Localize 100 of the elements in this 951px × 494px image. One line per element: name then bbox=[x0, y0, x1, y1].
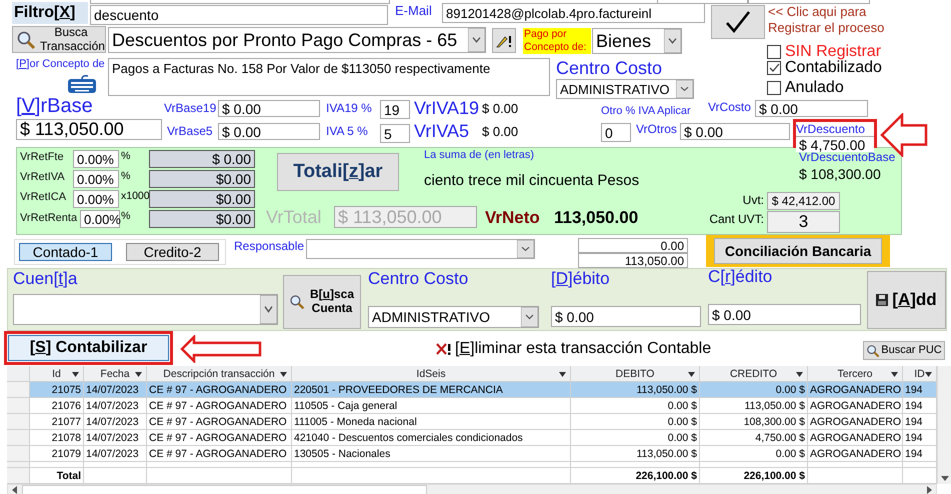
table-cell: 14/07/2023 bbox=[84, 382, 147, 398]
column-header[interactable]: CREDITO bbox=[700, 366, 808, 382]
table-row[interactable]: 21079 14/07/2023 CE # 97 - AGROGANADERO 130505 - Nacionales 113,050.00 $ 0.00 $ AGROGANADERO 194 bbox=[7, 446, 937, 462]
unit-label: % bbox=[121, 170, 132, 182]
table-cell: AGROGANADERO bbox=[808, 446, 903, 462]
column-header[interactable]: Fecha bbox=[84, 366, 147, 382]
retention-label: VrRetICA bbox=[20, 191, 68, 203]
discount-base-label: VrDescuentoBase bbox=[799, 150, 896, 164]
table-cell: AGROGANADERO bbox=[808, 382, 903, 398]
post-button[interactable]: [S] Contabilizar bbox=[8, 335, 169, 361]
net-label: VrNeto bbox=[485, 208, 541, 228]
table-cell: CE # 97 - AGROGANADERO bbox=[147, 382, 292, 398]
search-account-button[interactable]: B[u]sca Cuenta bbox=[283, 275, 361, 329]
balance-field: 0.00 bbox=[578, 238, 688, 253]
reconciliation-button[interactable]: Conciliación Bancaria bbox=[714, 238, 882, 264]
delete-link[interactable]: [E]liminar esta transacción Contable bbox=[436, 339, 736, 359]
table-row[interactable]: 21076 14/07/2023 CE # 97 - AGROGANADERO 110505 - Caja general 0.00 $ 113,050.00 $ AGROGANADERO 194 bbox=[7, 398, 937, 414]
payment-option[interactable]: Credito-2 bbox=[126, 243, 219, 261]
iva5-field[interactable]: 5 bbox=[380, 124, 410, 143]
caret-icon[interactable] bbox=[925, 372, 932, 377]
net-value: 113,050.00 bbox=[554, 208, 640, 228]
table-cell: 108,300.00 $ bbox=[700, 414, 808, 430]
table-cell: 14/07/2023 bbox=[84, 430, 147, 446]
table-row[interactable]: 21077 14/07/2023 CE # 97 - AGROGANADERO 111005 - Moneda nacional 0.00 $ 108,300.00 $ AGROGANADERO 194 bbox=[7, 414, 937, 430]
register-hint: << Clic aqui para Registrar el proceso bbox=[768, 4, 886, 37]
caret-icon[interactable] bbox=[521, 307, 538, 327]
caret-icon[interactable] bbox=[688, 372, 695, 377]
iva19-field[interactable]: 19 bbox=[380, 100, 410, 119]
base19-field[interactable]: $ 0.00 bbox=[218, 100, 320, 117]
table-cell: CE # 97 - AGROGANADERO bbox=[147, 414, 292, 430]
concept-field[interactable]: Pagos a Facturas No. 158 Por Valor de $113050 respectivamente bbox=[108, 58, 550, 96]
debit-field[interactable]: $ 0.00 bbox=[551, 306, 701, 327]
iva19-total: $ 0.00 bbox=[482, 101, 520, 116]
retention-label: VrRetIVA bbox=[20, 171, 66, 183]
other-iva-field[interactable]: 0 bbox=[601, 123, 631, 142]
retention-rate-field[interactable]: 0.00% bbox=[73, 190, 119, 208]
find-puc-button[interactable]: Buscar PUC bbox=[863, 341, 945, 360]
credit-field[interactable]: $ 0.00 bbox=[708, 304, 861, 325]
column-header[interactable]: DEBITO bbox=[571, 366, 700, 382]
add-button[interactable]: [A]dd bbox=[867, 271, 946, 329]
transaction-dropdown[interactable]: Descuentos por Pronto Pago Compras - 65 bbox=[108, 27, 486, 53]
table-row[interactable]: 21078 14/07/2023 CE # 97 - AGROGANADERO 421040 - Descuentos comerciales condicionados 0.00 $ 4,750.00 $ AGROGANADERO 194 bbox=[7, 430, 937, 446]
cost-center-label: Centro Costo bbox=[556, 58, 664, 79]
retention-amount-field[interactable]: $0.00 bbox=[149, 190, 255, 208]
caret-icon[interactable] bbox=[676, 80, 693, 98]
caret-icon[interactable] bbox=[260, 295, 277, 324]
retention-rate-field[interactable]: 0.00% bbox=[73, 170, 119, 188]
register-button[interactable] bbox=[711, 5, 765, 39]
caret-icon[interactable] bbox=[664, 29, 681, 53]
checkbox[interactable] bbox=[767, 60, 781, 74]
discount-field[interactable]: $ 4,750.00 bbox=[796, 136, 874, 152]
totalize-button[interactable]: Totali[z]ar bbox=[277, 153, 399, 191]
table-cell: 0.00 $ bbox=[700, 382, 808, 398]
uvt-count-label: Cant UVT: bbox=[708, 212, 764, 226]
retention-amount-field[interactable]: $0.00 bbox=[149, 210, 255, 228]
cost-center-dropdown[interactable]: ADMINISTRATIVO bbox=[368, 306, 539, 328]
keyboard-icon[interactable] bbox=[68, 75, 96, 93]
filter-label: Filtro[X] bbox=[12, 2, 88, 24]
column-header[interactable]: IdSeis bbox=[292, 366, 571, 382]
caret-icon[interactable] bbox=[796, 372, 803, 377]
caret-icon[interactable] bbox=[468, 28, 485, 52]
email-field[interactable]: 891201428@plcolab.4pro.factureinl bbox=[442, 3, 705, 23]
scrollbar[interactable] bbox=[937, 366, 951, 484]
email-label: E-Mail bbox=[395, 3, 433, 19]
caret-icon[interactable] bbox=[559, 372, 566, 377]
checkbox[interactable] bbox=[767, 80, 781, 94]
retention-rate-field[interactable]: 0.00% bbox=[80, 210, 120, 228]
base-label: [V]rBase bbox=[16, 95, 94, 119]
base5-field[interactable]: $ 0.00 bbox=[218, 123, 320, 140]
retention-amount-field[interactable]: $ 0.00 bbox=[149, 150, 255, 168]
retention-amount-field[interactable]: $0.00 bbox=[149, 170, 255, 188]
payment-concept-dropdown[interactable]: Bienes bbox=[592, 28, 682, 54]
table-cell: 21075 bbox=[30, 382, 84, 398]
caret-icon[interactable] bbox=[891, 372, 898, 377]
table-row[interactable]: 21075 14/07/2023 CE # 97 - AGROGANADERO 220501 - PROVEEDORES DE MERCANCIA 113,050.00 $ 0.00 $ AGROGANADERO 194 bbox=[7, 382, 937, 398]
column-header[interactable]: Id bbox=[30, 366, 84, 382]
payment-concept-label: Pago por Concepto de: bbox=[523, 28, 591, 54]
column-header[interactable]: Descripción transacción bbox=[147, 366, 292, 382]
scroll-thumb[interactable] bbox=[22, 485, 427, 494]
payment-option[interactable]: Contado-1 bbox=[19, 243, 112, 261]
caret-icon[interactable] bbox=[135, 372, 142, 377]
credit-label: C[r]édito bbox=[708, 267, 774, 288]
column-header[interactable]: ID bbox=[903, 366, 937, 382]
discount-label: VrDescuento bbox=[796, 122, 866, 136]
column-header[interactable]: Tercero bbox=[808, 366, 903, 382]
table-cell: 14/07/2023 bbox=[84, 414, 147, 430]
filter-field[interactable]: descuento bbox=[90, 5, 388, 25]
caret-icon[interactable] bbox=[280, 372, 287, 377]
cost-center-dropdown[interactable]: ADMINISTRATIVO bbox=[556, 79, 694, 99]
edit-button[interactable] bbox=[492, 28, 516, 53]
caret-icon[interactable] bbox=[72, 372, 79, 377]
caret-icon[interactable] bbox=[517, 240, 534, 258]
base-field[interactable]: $ 113,050.00 bbox=[16, 119, 162, 140]
concept-label: [P]or Concepto de bbox=[16, 58, 104, 70]
checkbox[interactable] bbox=[767, 44, 781, 58]
search-transaction-button[interactable]: Busca Transacción bbox=[12, 26, 106, 53]
others-field[interactable]: $ 0.00 bbox=[680, 123, 790, 140]
scrollbar[interactable] bbox=[7, 484, 937, 494]
retention-rate-field[interactable]: 0.00% bbox=[73, 150, 119, 168]
cost-field[interactable]: $ 0.00 bbox=[755, 100, 868, 117]
